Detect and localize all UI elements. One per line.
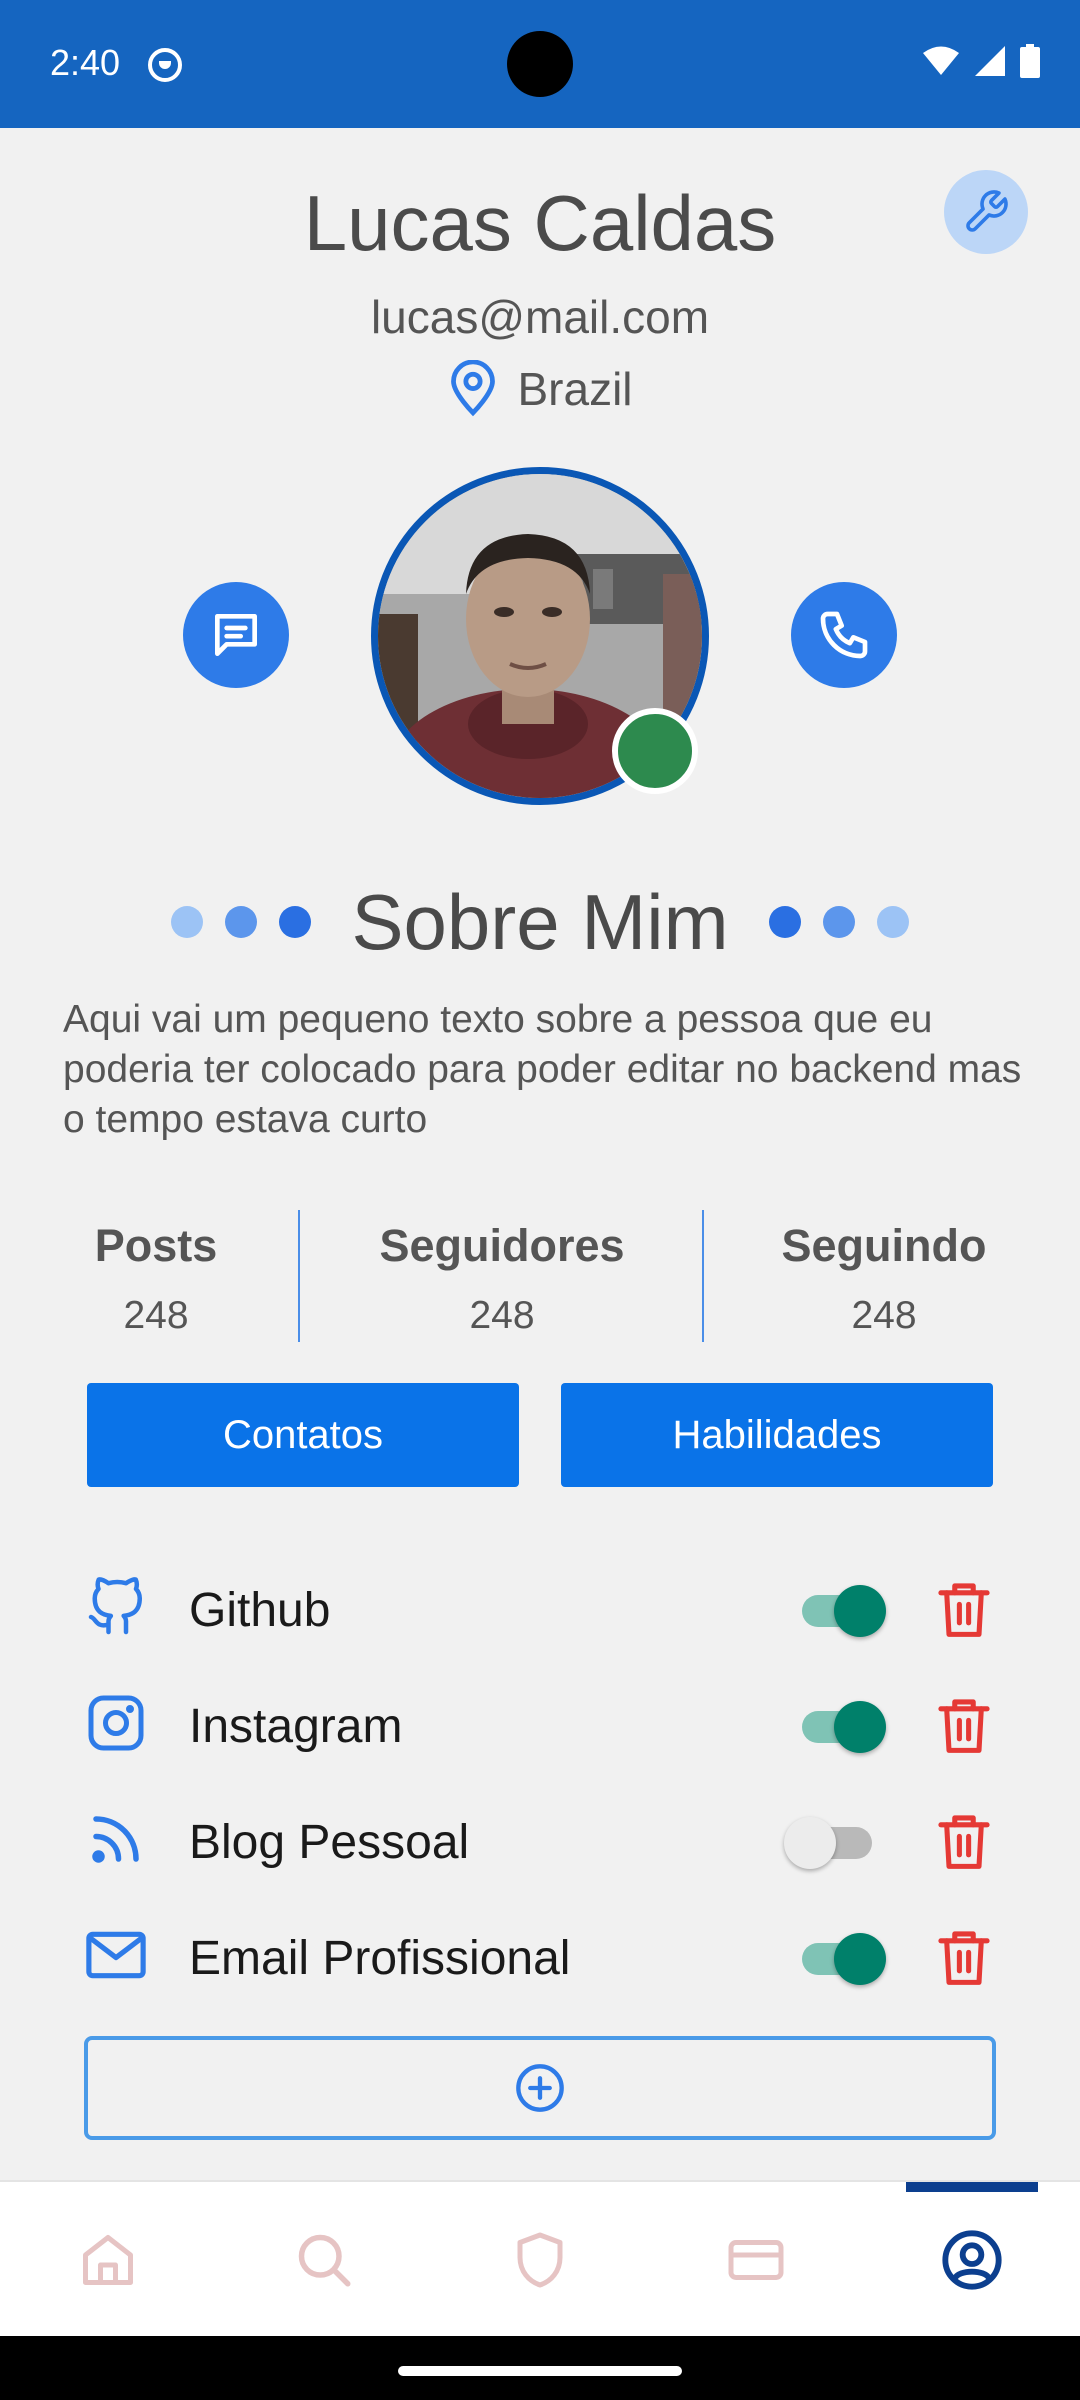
search-icon [298,2234,351,2287]
github-delete-button[interactable] [932,1575,996,1643]
contact-row-blog: Blog Pessoal [0,1797,1080,1887]
home-gesture-handle[interactable] [398,2366,682,2376]
stat-posts[interactable]: Posts 248 [63,1220,249,1338]
mail-icon [84,1923,148,1987]
contact-label: Instagram [189,1700,403,1753]
status-time: 2:40 [50,42,121,83]
instagram-delete-button[interactable] [932,1691,996,1759]
signal-icon [975,46,1005,76]
stat-value: 248 [123,1294,189,1337]
notification-app-icon [148,48,182,82]
call-button[interactable] [791,582,897,688]
nav-home[interactable] [0,2182,216,2338]
contact-label: Email Profissional [189,1932,571,1985]
left-dots-decoration [171,906,312,938]
wifi-icon [923,46,959,75]
blog-toggle[interactable] [784,1817,882,1869]
instagram-icon [84,1691,148,1755]
phone-icon [820,611,868,659]
stat-value: 248 [851,1294,917,1337]
about-text: Aqui vai um pequeno texto sobre a pessoa… [63,998,1022,1141]
nav-security[interactable] [432,2182,648,2338]
online-status-dot [612,708,698,794]
wrench-icon [966,190,1008,232]
blog-delete-button[interactable] [932,1807,996,1875]
shield-icon [517,2232,563,2288]
status-icons [922,44,1040,78]
status-bar: 2:40 [0,0,1080,128]
stat-label: Posts [94,1220,218,1271]
contact-row-email: Email Profissional [0,1913,1080,2003]
stat-divider [702,1210,704,1342]
github-icon [84,1575,148,1639]
stat-value: 248 [469,1294,535,1337]
profile-location: Brazil [0,360,1080,418]
nav-profile[interactable] [864,2182,1080,2338]
contact-row-instagram: Instagram [0,1681,1080,1771]
plus-circle-icon [516,2064,564,2112]
contact-label: Github [189,1584,331,1637]
profile-email: lucas@mail.com [370,291,710,343]
contact-label: Blog Pessoal [189,1816,470,1869]
settings-button[interactable] [944,170,1028,254]
stat-followers[interactable]: Seguidores 248 [352,1220,652,1338]
instagram-toggle[interactable] [796,1701,886,1753]
nav-wallet[interactable] [648,2182,864,2338]
contacts-tab-button[interactable]: Contatos [87,1383,519,1487]
about-title: Sobre Mim [351,877,729,966]
skills-tab-button[interactable]: Habilidades [561,1383,993,1487]
trash-icon [938,1931,990,1985]
location-text: Brazil [517,363,633,415]
stat-label: Seguidores [379,1220,625,1271]
about-header: Sobre Mim [0,872,1080,972]
email-delete-button[interactable] [932,1923,996,1991]
github-toggle[interactable] [796,1585,886,1637]
profile-icon [942,2230,1002,2290]
trash-icon [938,1583,990,1637]
nav-search[interactable] [216,2182,432,2338]
contact-row-github: Github [0,1565,1080,1655]
profile-name: Lucas Caldas [303,179,777,267]
battery-icon [1020,44,1040,78]
chat-icon [215,614,257,656]
stat-divider [298,1210,300,1342]
right-dots-decoration [768,906,909,938]
bottom-nav [0,2180,1080,2336]
trash-icon [938,1815,990,1869]
location-pin-icon [451,360,496,417]
gesture-navigation-bar [0,2336,1080,2400]
email-toggle[interactable] [796,1933,886,1985]
stat-following[interactable]: Seguindo 248 [760,1220,1008,1338]
camera-cutout [507,31,573,97]
stat-label: Seguindo [781,1220,987,1271]
card-icon [728,2240,784,2280]
message-button[interactable] [183,582,289,688]
trash-icon [938,1699,990,1753]
add-contact-button[interactable] [84,2036,996,2140]
home-icon [83,2235,133,2285]
rss-icon [84,1807,148,1871]
